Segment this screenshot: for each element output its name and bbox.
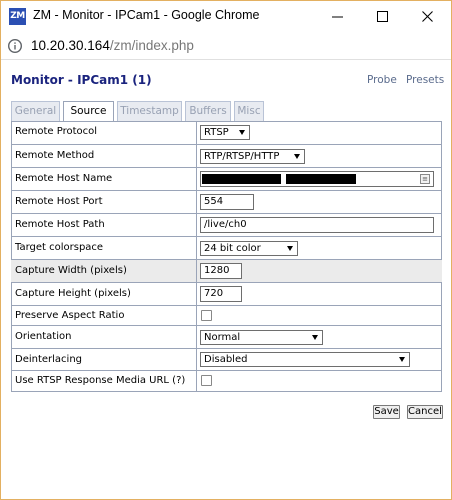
page-title: Monitor - IPCam1 (1) xyxy=(11,73,152,87)
minimize-button[interactable] xyxy=(315,1,361,32)
row-remote-protocol: Remote Protocol RTSP xyxy=(11,121,442,145)
orientation-select[interactable]: Normal xyxy=(200,330,323,345)
row-target-colorspace: Target colorspace 24 bit color xyxy=(11,237,442,260)
remote-host-path-input[interactable]: /live/ch0 xyxy=(200,217,434,233)
window-title: ZM - Monitor - IPCam1 - Google Chrome xyxy=(33,8,260,22)
row-remote-host-path: Remote Host Path /live/ch0 xyxy=(11,214,442,237)
deinterlacing-value: Disabled xyxy=(204,354,248,365)
column-divider xyxy=(196,371,197,391)
deinterlacing-label: Deinterlacing xyxy=(15,354,83,365)
row-remote-host-port: Remote Host Port 554 xyxy=(11,191,442,214)
remote-method-label: Remote Method xyxy=(15,150,95,161)
zm-app-icon: ZM xyxy=(9,8,26,25)
remote-host-name-label: Remote Host Name xyxy=(15,173,113,184)
orientation-value: Normal xyxy=(204,332,241,343)
column-divider xyxy=(196,237,197,259)
target-colorspace-label: Target colorspace xyxy=(15,242,104,253)
remote-method-value: RTP/RTSP/HTTP xyxy=(204,151,280,162)
row-capture-width: Capture Width (pixels) 1280 xyxy=(11,260,442,283)
column-divider xyxy=(196,145,197,167)
tab-misc[interactable]: Misc xyxy=(234,101,264,121)
column-divider xyxy=(196,121,197,144)
redaction-block xyxy=(286,174,356,184)
row-orientation: Orientation Normal xyxy=(11,326,442,349)
chevron-down-icon xyxy=(239,130,245,135)
cancel-button[interactable]: Cancel xyxy=(407,405,443,419)
capture-height-value: 720 xyxy=(204,288,224,299)
remote-host-path-value: /live/ch0 xyxy=(204,219,247,230)
column-divider xyxy=(196,214,197,236)
capture-height-input[interactable]: 720 xyxy=(200,286,242,302)
presets-link[interactable]: Presets xyxy=(406,74,444,86)
minimize-icon xyxy=(332,16,343,18)
maximize-button[interactable] xyxy=(360,1,406,32)
url-path: /zm/index.php xyxy=(109,38,194,53)
password-manager-icon[interactable]: ≡ xyxy=(420,174,430,184)
column-divider xyxy=(196,306,197,325)
preserve-aspect-checkbox[interactable] xyxy=(201,310,212,321)
remote-protocol-label: Remote Protocol xyxy=(15,126,98,137)
row-deinterlacing: Deinterlacing Disabled xyxy=(11,349,442,371)
capture-width-input[interactable]: 1280 xyxy=(200,263,242,279)
target-colorspace-value: 24 bit color xyxy=(204,243,261,254)
remote-host-port-input[interactable]: 554 xyxy=(200,194,254,210)
save-button[interactable]: Save xyxy=(373,405,400,419)
tab-buffers[interactable]: Buffers xyxy=(185,101,231,121)
row-remote-host-name: Remote Host Name ≡ xyxy=(11,168,442,191)
capture-width-value: 1280 xyxy=(204,265,230,276)
tab-general[interactable]: General xyxy=(11,101,60,121)
browser-window: ZM ZM - Monitor - IPCam1 - Google Chrome… xyxy=(0,0,452,500)
close-button[interactable] xyxy=(405,1,451,32)
column-divider xyxy=(196,191,197,213)
orientation-label: Orientation xyxy=(15,331,72,342)
address-bar[interactable]: 10.20.30.164/zm/index.php xyxy=(1,32,451,60)
column-divider xyxy=(196,326,197,348)
column-divider xyxy=(196,260,197,282)
probe-link[interactable]: Probe xyxy=(367,74,397,86)
chevron-down-icon xyxy=(287,246,293,251)
preserve-aspect-label: Preserve Aspect Ratio xyxy=(15,310,125,321)
row-remote-method: Remote Method RTP/RTSP/HTTP xyxy=(11,145,442,168)
url-host: 10.20.30.164 xyxy=(31,38,110,53)
close-icon xyxy=(422,11,433,22)
capture-width-label: Capture Width (pixels) xyxy=(15,265,127,276)
remote-protocol-value: RTSP xyxy=(204,127,229,138)
row-rtsp-media-url: Use RTSP Response Media URL (?) xyxy=(11,371,442,392)
column-divider xyxy=(196,283,197,305)
row-preserve-aspect: Preserve Aspect Ratio xyxy=(11,306,442,326)
tab-source[interactable]: Source xyxy=(63,101,114,122)
chevron-down-icon xyxy=(312,335,318,340)
remote-method-select[interactable]: RTP/RTSP/HTTP xyxy=(200,149,305,164)
rtsp-media-url-checkbox[interactable] xyxy=(201,375,212,386)
remote-protocol-select[interactable]: RTSP xyxy=(200,125,250,140)
maximize-icon xyxy=(377,11,388,22)
title-bar: ZM ZM - Monitor - IPCam1 - Google Chrome xyxy=(1,1,451,32)
redaction-block xyxy=(202,174,281,184)
remote-host-path-label: Remote Host Path xyxy=(15,219,105,230)
column-divider xyxy=(196,349,197,370)
deinterlacing-select[interactable]: Disabled xyxy=(200,352,410,367)
rtsp-media-url-label: Use RTSP Response Media URL (?) xyxy=(15,375,186,386)
target-colorspace-select[interactable]: 24 bit color xyxy=(200,241,298,256)
info-icon[interactable] xyxy=(7,38,23,54)
remote-host-port-value: 554 xyxy=(204,196,224,207)
url-text[interactable]: 10.20.30.164/zm/index.php xyxy=(31,38,194,53)
row-capture-height: Capture Height (pixels) 720 xyxy=(11,283,442,306)
remote-host-port-label: Remote Host Port xyxy=(15,196,103,207)
chevron-down-icon xyxy=(399,357,405,362)
chevron-down-icon xyxy=(294,154,300,159)
column-divider xyxy=(196,168,197,190)
tab-timestamp[interactable]: Timestamp xyxy=(117,101,182,121)
capture-height-label: Capture Height (pixels) xyxy=(15,288,131,299)
remote-host-name-input[interactable]: ≡ xyxy=(200,171,434,187)
